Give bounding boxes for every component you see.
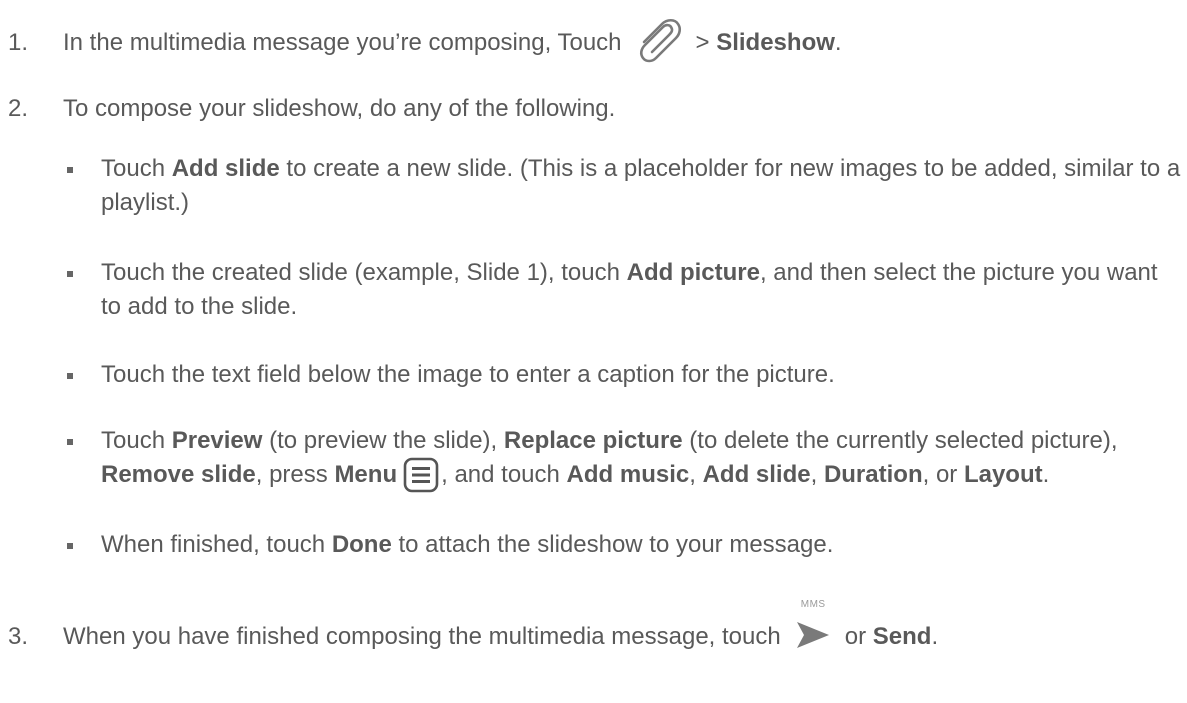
text-run: to attach the slideshow to your message.	[391, 531, 834, 558]
bullet-mark	[67, 167, 73, 173]
text-run: , or	[922, 461, 964, 488]
add-music-label: Add music	[566, 461, 690, 488]
step-text: In the multimedia message you’re composi…	[63, 18, 842, 62]
done-label: Done	[331, 531, 392, 558]
send-icon-caption: MMS	[800, 598, 826, 610]
slideshow-label: Slideshow	[716, 29, 835, 56]
text-run: When finished, touch	[101, 531, 332, 558]
step-text-before: When you have finished composing the mul…	[63, 623, 781, 650]
text-run: , and touch	[441, 461, 567, 488]
step-text: To compose your slideshow, do any of the…	[63, 95, 616, 122]
step-text-after: .	[931, 623, 939, 650]
add-slide-label: Add slide	[171, 155, 280, 182]
bullet-text: Touch the text field below the image to …	[101, 358, 1181, 392]
text-run: .	[1042, 461, 1050, 488]
add-slide-label: Add slide	[702, 461, 811, 488]
bullet-text: Touch Preview (to preview the slide), Re…	[101, 424, 1181, 492]
text-run: , press	[255, 461, 335, 488]
text-run: ,	[689, 461, 703, 488]
replace-picture-label: Replace picture	[503, 427, 683, 454]
bullet-text: Touch Add slide to create a new slide. (…	[101, 152, 1181, 220]
layout-label: Layout	[963, 461, 1043, 488]
text-run: Touch the text field below the image to …	[101, 361, 835, 388]
send-arrow-shape	[796, 621, 829, 648]
remove-slide-label: Remove slide	[101, 461, 256, 488]
text-run: (to preview the slide),	[262, 427, 504, 454]
text-run: (to delete the currently selected pictur…	[682, 427, 1118, 454]
menu-icon	[403, 457, 439, 492]
menu-label: Menu	[334, 461, 398, 488]
send-label: Send	[872, 623, 932, 650]
instructions-page: 1. In the multimedia message you’re comp…	[0, 0, 1187, 703]
step-text: When you have finished composing the mul…	[63, 599, 939, 654]
step-text-before: In the multimedia message you’re composi…	[63, 29, 622, 56]
send-icon: MMS	[793, 599, 833, 648]
bullet-text: Touch the created slide (example, Slide …	[101, 256, 1181, 324]
step-text-mid: or	[844, 623, 873, 650]
text-run: Touch	[101, 155, 172, 182]
bullet-mark	[67, 439, 73, 445]
paperclip-icon	[639, 18, 681, 62]
add-picture-label: Add picture	[626, 259, 760, 286]
bullet-mark	[67, 373, 73, 379]
step-number: 2.	[8, 95, 29, 122]
bullet-mark	[67, 271, 73, 277]
text-run: Touch	[101, 427, 172, 454]
bullet-mark	[67, 543, 73, 549]
text-run: ,	[810, 461, 824, 488]
preview-label: Preview	[171, 427, 263, 454]
step-number: 1.	[8, 29, 29, 56]
step-text-mid: >	[695, 29, 717, 56]
step-number: 3.	[8, 623, 29, 650]
step-text-after: .	[834, 29, 842, 56]
bullet-text: When finished, touch Done to attach the …	[101, 528, 1181, 562]
text-run: Touch the created slide (example, Slide …	[101, 259, 627, 286]
duration-label: Duration	[823, 461, 923, 488]
